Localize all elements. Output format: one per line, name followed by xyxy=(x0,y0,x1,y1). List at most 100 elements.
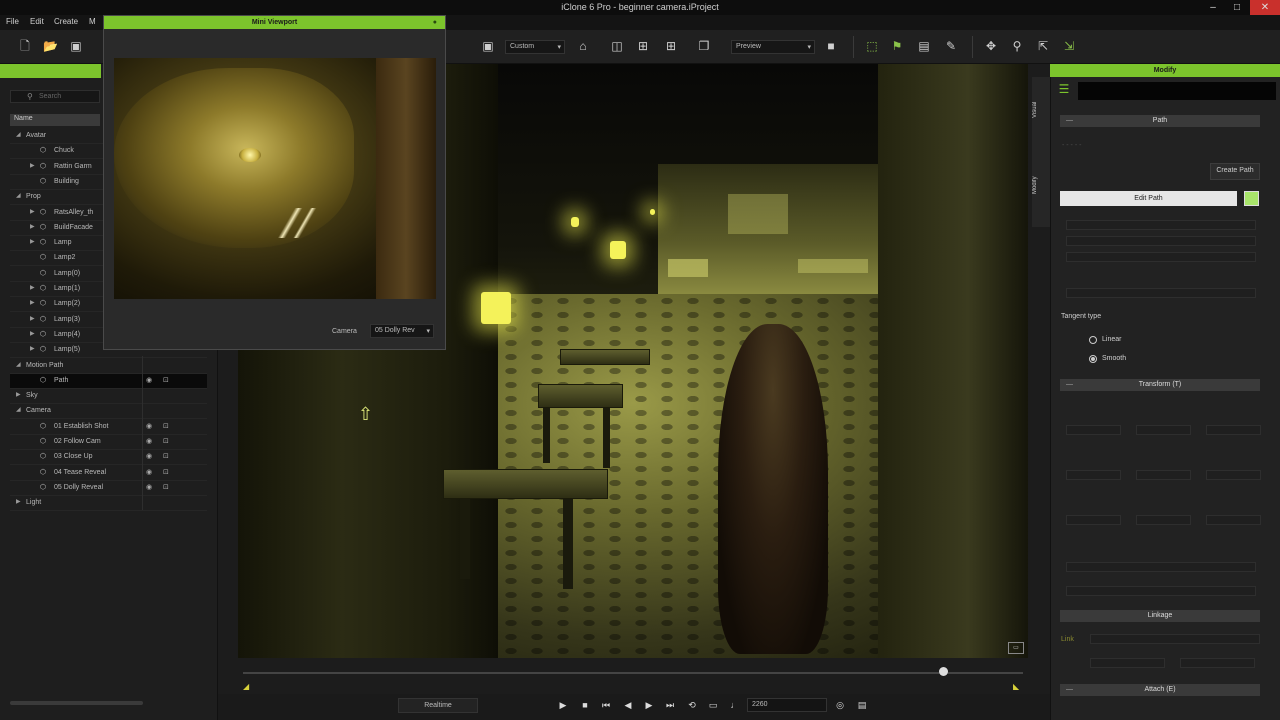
expand-arrow-icon[interactable]: ▶ xyxy=(16,498,21,505)
search-input[interactable]: ⚲ Search xyxy=(10,90,100,103)
expand-arrow-icon[interactable]: ▶ xyxy=(30,284,35,291)
expand-arrow-icon[interactable]: ▶ xyxy=(30,345,35,352)
tree-item[interactable]: ⬡ 02 Follow Cam ◉ ⊡ xyxy=(10,435,207,450)
collapse-arrow-icon[interactable]: ◢ xyxy=(16,131,21,138)
viewport-layout-icon[interactable]: ▣ xyxy=(481,39,495,53)
lock-icon[interactable]: ⊡ xyxy=(163,483,169,491)
timeline-toggle-icon[interactable]: ▭ xyxy=(707,699,719,711)
timeline-playhead[interactable] xyxy=(939,667,948,676)
transform-section-header[interactable]: — Transform (T) xyxy=(1060,379,1260,391)
zoom-icon[interactable]: ⚲ xyxy=(1010,39,1024,53)
lock-icon[interactable]: ⊡ xyxy=(163,422,169,430)
visibility-icon[interactable]: ◉ xyxy=(146,468,152,476)
expand-arrow-icon[interactable]: ▶ xyxy=(30,223,35,230)
object-name-field[interactable] xyxy=(1078,82,1276,100)
new-file-icon[interactable]: 🗋 xyxy=(18,39,32,53)
timeline-start-marker-icon[interactable]: ◢ xyxy=(243,682,249,691)
expand-arrow-icon[interactable]: ▶ xyxy=(30,330,35,337)
quad-view-icon[interactable]: ⊞ xyxy=(636,39,650,53)
layers-icon[interactable]: ❐ xyxy=(697,39,711,53)
tree-item[interactable]: ▶ Sky xyxy=(10,389,207,404)
tree-item[interactable]: ⬡ 01 Establish Shot ◉ ⊡ xyxy=(10,420,207,435)
timeline-end-marker-icon[interactable]: ◣ xyxy=(1013,682,1019,691)
play-icon[interactable]: ▶ xyxy=(557,699,569,711)
tab-modify[interactable]: Modify xyxy=(1032,170,1050,200)
settings-icon[interactable]: ◎ xyxy=(834,699,846,711)
visibility-icon[interactable]: ◉ xyxy=(146,437,152,445)
visibility-icon[interactable]: ◉ xyxy=(146,422,152,430)
path-color-swatch[interactable] xyxy=(1244,191,1259,206)
render-mode-dropdown[interactable]: Preview ▾ xyxy=(731,40,815,54)
expand-arrow-icon[interactable]: ▶ xyxy=(16,391,21,398)
tree-item[interactable]: ▶ Light xyxy=(10,496,207,511)
home-icon[interactable]: ⌂ xyxy=(576,39,590,53)
visibility-icon[interactable]: ◉ xyxy=(146,483,152,491)
save-icon[interactable]: ▣ xyxy=(69,39,83,53)
tree-item[interactable]: ⬡ 03 Close Up ◉ ⊡ xyxy=(10,450,207,465)
lock-icon[interactable]: ⊡ xyxy=(163,376,169,384)
collapse-arrow-icon[interactable]: ◢ xyxy=(16,406,21,413)
collapse-arrow-icon[interactable]: ◢ xyxy=(16,361,21,368)
stop-icon[interactable]: ■ xyxy=(579,699,591,711)
lock-icon[interactable]: ⊡ xyxy=(163,437,169,445)
visibility-icon[interactable]: ◉ xyxy=(146,376,152,384)
split-view-icon[interactable]: ◫ xyxy=(610,39,624,53)
expand-arrow-icon[interactable]: ▶ xyxy=(30,208,35,215)
flag-icon[interactable]: ⚑ xyxy=(890,39,904,53)
realtime-button[interactable]: Realtime xyxy=(398,698,478,713)
linkage-section-header[interactable]: Linkage xyxy=(1060,610,1260,622)
visibility-icon[interactable]: ◉ xyxy=(146,452,152,460)
move-icon[interactable]: ✥ xyxy=(984,39,998,53)
maximize-button[interactable]: □ xyxy=(1226,0,1248,15)
export-icon[interactable]: ⇱ xyxy=(1036,39,1050,53)
go-to-start-icon[interactable]: ⏮ xyxy=(600,699,612,711)
viewport-info-icon[interactable]: ▭ xyxy=(1008,642,1024,654)
view-dropdown[interactable]: Custom ▾ xyxy=(505,40,565,54)
camera-dropdown[interactable]: 05 Dolly Rev ▾ xyxy=(370,324,434,338)
go-to-end-icon[interactable]: ⏭ xyxy=(664,699,676,711)
gizmo-arrow-icon[interactable]: ⇧ xyxy=(358,404,373,425)
create-path-button[interactable]: Create Path xyxy=(1210,163,1260,180)
tangent-linear-radio[interactable] xyxy=(1089,336,1097,344)
frame-input[interactable]: 2260 xyxy=(747,698,827,712)
attach-section-header[interactable]: — Attach (E) xyxy=(1060,684,1260,696)
close-button[interactable]: ✕ xyxy=(1250,0,1280,15)
horizontal-scrollbar[interactable] xyxy=(10,701,143,705)
edit-path-button[interactable]: Edit Path xyxy=(1060,191,1237,206)
sound-icon[interactable]: ♩ xyxy=(729,699,741,711)
brush-icon[interactable]: ✎ xyxy=(944,39,958,53)
tree-item[interactable]: ⬡ 05 Dolly Reveal ◉ ⊡ xyxy=(10,481,207,496)
import-icon[interactable]: ⇲ xyxy=(1062,39,1076,53)
menu-file[interactable]: File xyxy=(6,17,19,26)
next-frame-icon[interactable]: ▶ xyxy=(643,699,655,711)
lock-icon[interactable]: ⊡ xyxy=(163,468,169,476)
tree-item[interactable]: ◢ Motion Path xyxy=(10,359,207,374)
tree-item[interactable]: ◢ Camera xyxy=(10,404,207,419)
timeline-track[interactable] xyxy=(243,672,1023,674)
expand-arrow-icon[interactable]: ▶ xyxy=(30,299,35,306)
mini-viewport-window[interactable]: Mini Viewport ● Camera 05 Dolly Rev ▾ xyxy=(103,15,446,350)
camera-icon[interactable]: ■ xyxy=(824,39,838,53)
loop-icon[interactable]: ⟲ xyxy=(686,699,698,711)
select-icon[interactable]: ⬚ xyxy=(865,39,879,53)
expand-arrow-icon[interactable]: ▶ xyxy=(30,238,35,245)
tree-item[interactable]: ⬡ Path ◉ ⊡ xyxy=(10,374,207,389)
menu-more[interactable]: M xyxy=(89,17,96,26)
name-column-header[interactable]: Name xyxy=(10,114,100,126)
minimize-button[interactable]: – xyxy=(1202,0,1224,15)
clipboard-icon[interactable]: ▤ xyxy=(917,39,931,53)
tangent-smooth-radio[interactable] xyxy=(1089,355,1097,363)
mini-viewport-header[interactable]: Mini Viewport ● xyxy=(104,16,445,29)
close-icon[interactable]: ● xyxy=(433,16,437,29)
grid-icon[interactable]: ⊞ xyxy=(664,39,678,53)
path-section-header[interactable]: — Path xyxy=(1060,115,1260,127)
open-folder-icon[interactable]: 📂 xyxy=(43,39,58,53)
menu-edit[interactable]: Edit xyxy=(30,17,44,26)
collapse-arrow-icon[interactable]: ◢ xyxy=(16,192,21,199)
tree-item[interactable]: ⬡ 04 Tease Reveal ◉ ⊡ xyxy=(10,466,207,481)
tab-visual[interactable]: Visual xyxy=(1032,95,1050,125)
lock-icon[interactable]: ⊡ xyxy=(163,452,169,460)
expand-arrow-icon[interactable]: ▶ xyxy=(30,162,35,169)
previous-frame-icon[interactable]: ◀ xyxy=(622,699,634,711)
expand-arrow-icon[interactable]: ▶ xyxy=(30,315,35,322)
